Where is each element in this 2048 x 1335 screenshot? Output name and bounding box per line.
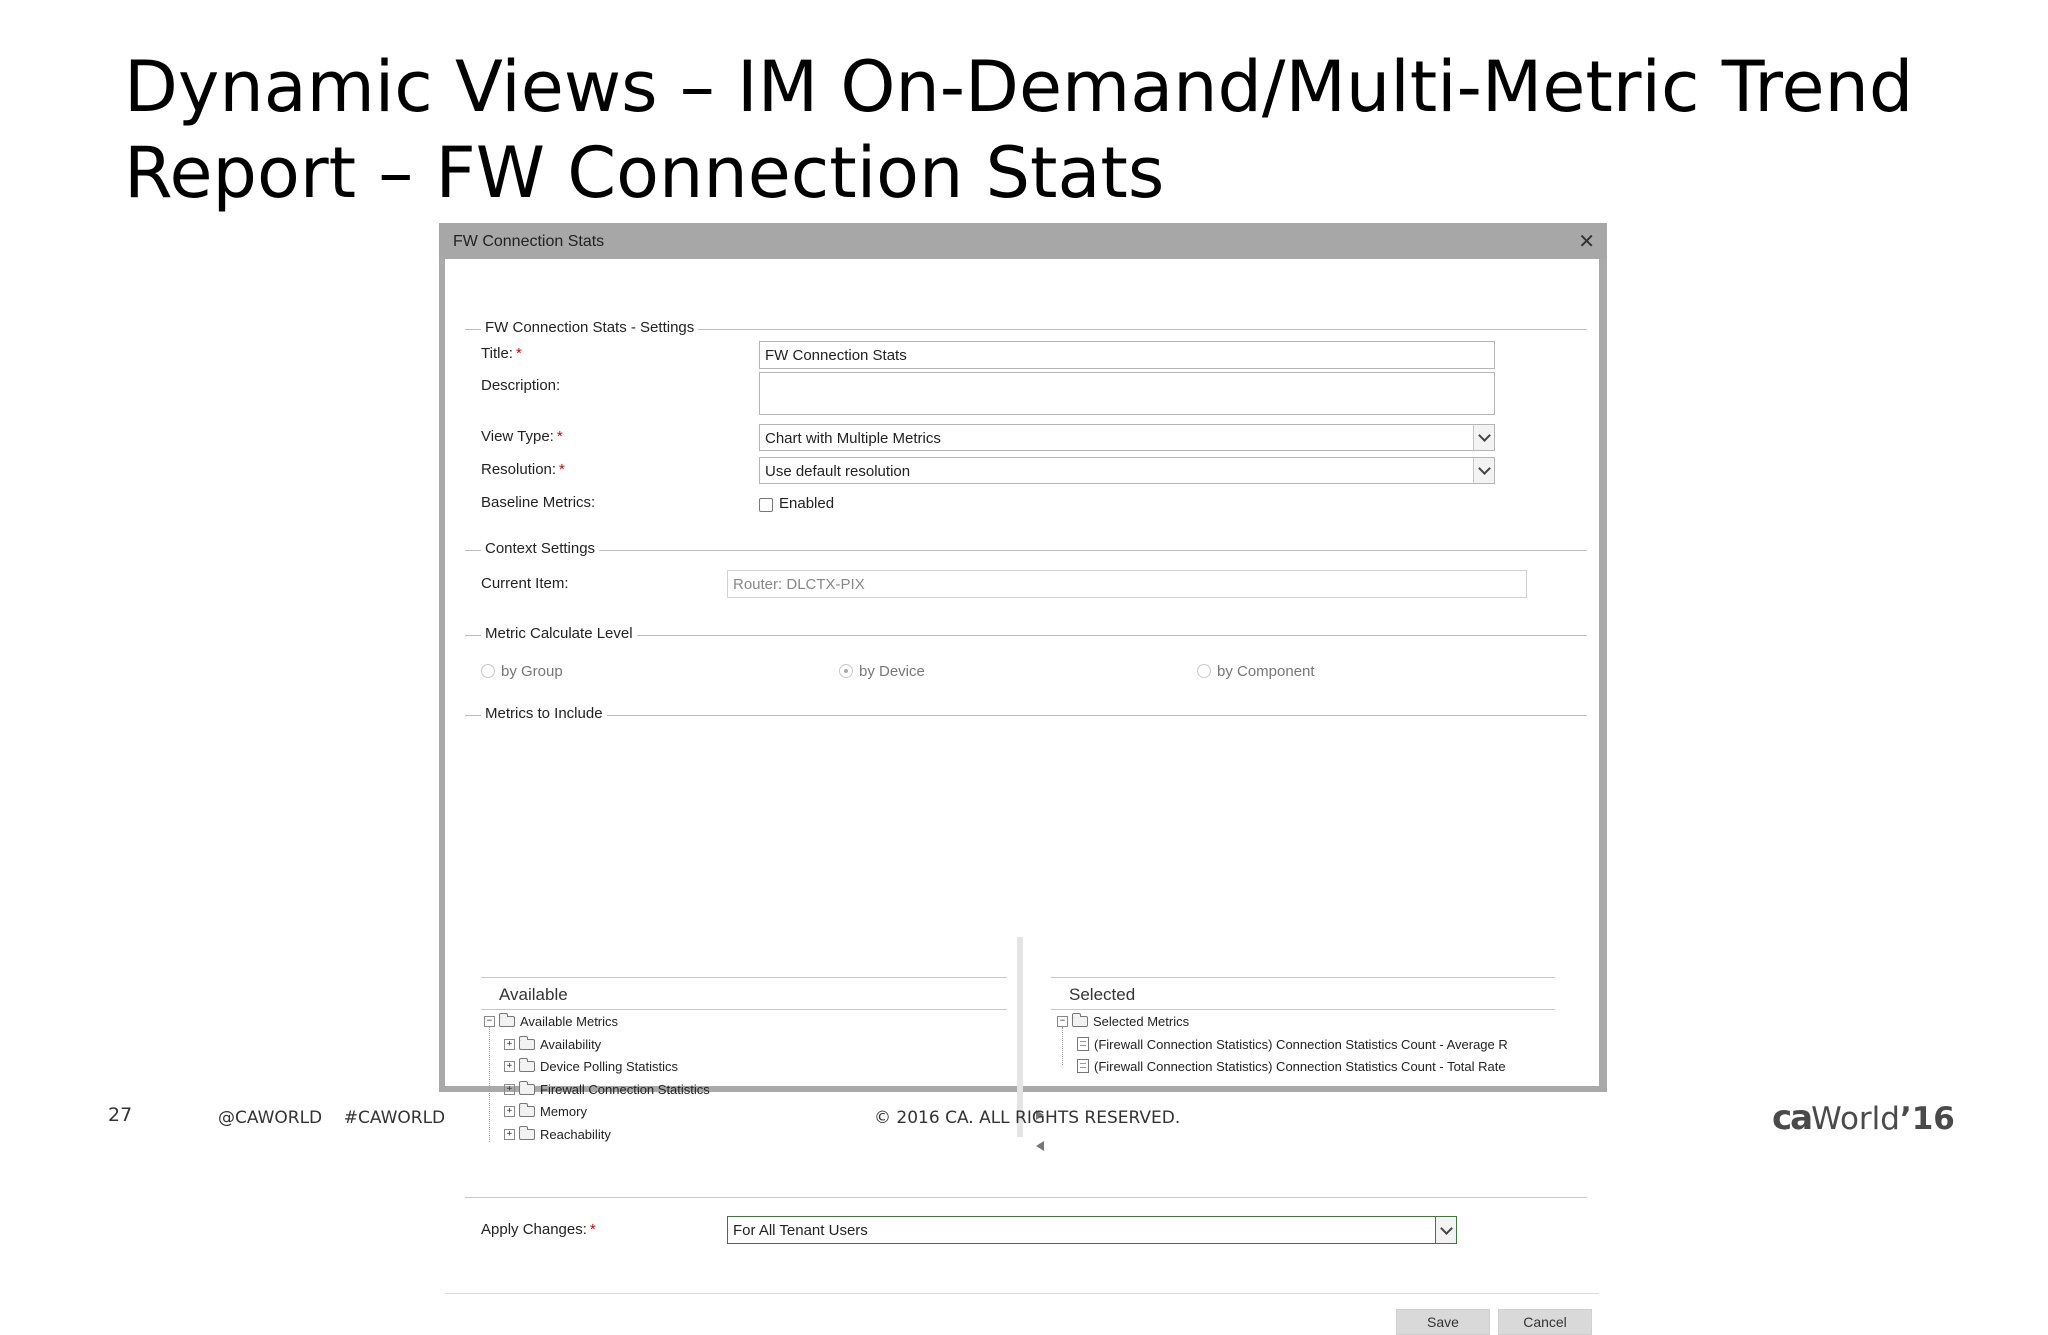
title-input[interactable]: FW Connection Stats bbox=[759, 341, 1495, 369]
available-item-availability[interactable]: + Availability bbox=[504, 1034, 601, 1054]
copyright: © 2016 CA. ALL RIGHTS RESERVED. bbox=[874, 1108, 1181, 1128]
metric-icon bbox=[1077, 1037, 1089, 1051]
title-label: Title: * bbox=[481, 345, 522, 362]
available-item-device-polling[interactable]: + Device Polling Statistics bbox=[504, 1056, 678, 1076]
expand-icon[interactable]: + bbox=[504, 1083, 515, 1095]
current-item-input: Router: DLCTX-PIX bbox=[727, 570, 1527, 598]
chevron-down-icon[interactable] bbox=[1473, 458, 1494, 483]
description-input[interactable] bbox=[759, 372, 1495, 415]
available-item-reachability[interactable]: + Reachability bbox=[504, 1124, 611, 1144]
selected-list: (Firewall Connection Statistics) Connect… bbox=[1077, 1034, 1555, 1082]
social-tags: @CAWORLD #CAWORLD bbox=[218, 1108, 446, 1128]
expand-icon[interactable]: + bbox=[504, 1128, 515, 1140]
by-group-label: by Group bbox=[501, 663, 563, 680]
folder-icon bbox=[519, 1035, 535, 1050]
resolution-value: Use default resolution bbox=[765, 463, 911, 480]
calc-level-section-title: Metric Calculate Level bbox=[481, 625, 637, 642]
metrics-section-header: Metrics to Include bbox=[465, 705, 1587, 725]
resolution-label: Resolution: * bbox=[481, 461, 565, 478]
available-panel-header: Available bbox=[499, 985, 568, 1004]
slide-title: Dynamic Views – IM On-Demand/Multi-Metri… bbox=[124, 44, 1924, 216]
move-left-icon[interactable] bbox=[1036, 1141, 1044, 1151]
by-component-radio[interactable] bbox=[1197, 664, 1211, 678]
view-type-value: Chart with Multiple Metrics bbox=[765, 430, 941, 447]
description-label: Description: bbox=[481, 377, 561, 394]
by-device-radio[interactable] bbox=[839, 664, 853, 678]
settings-section-header: FW Connection Stats - Settings bbox=[465, 319, 1587, 339]
cancel-button[interactable]: Cancel bbox=[1498, 1309, 1592, 1335]
view-type-select[interactable]: Chart with Multiple Metrics bbox=[759, 424, 1495, 451]
ca-world-logo: caWorld’16 bbox=[1772, 1098, 1955, 1138]
apply-changes-label: Apply Changes: * bbox=[481, 1221, 596, 1238]
context-section-header: Context Settings bbox=[465, 540, 1587, 560]
resolution-select[interactable]: Use default resolution bbox=[759, 457, 1495, 484]
save-button[interactable]: Save bbox=[1396, 1309, 1490, 1335]
by-device-label: by Device bbox=[859, 663, 925, 680]
folder-icon bbox=[499, 1012, 515, 1027]
metric-icon bbox=[1077, 1059, 1089, 1073]
folder-icon bbox=[519, 1057, 535, 1072]
available-metrics-root[interactable]: − Available Metrics bbox=[484, 1011, 618, 1031]
by-group-radio[interactable] bbox=[481, 664, 495, 678]
calc-level-section-header: Metric Calculate Level bbox=[465, 625, 1587, 645]
available-item-firewall-connection[interactable]: + Firewall Connection Statistics bbox=[504, 1079, 710, 1099]
baseline-enabled-label: Enabled bbox=[779, 495, 835, 512]
panel-splitter[interactable] bbox=[1017, 937, 1023, 1137]
baseline-enabled-checkbox[interactable] bbox=[759, 498, 773, 512]
expand-icon[interactable]: + bbox=[504, 1060, 515, 1072]
baseline-metrics-label: Baseline Metrics: bbox=[481, 494, 596, 511]
page-number: 27 bbox=[108, 1104, 133, 1126]
by-component-label: by Component bbox=[1217, 663, 1315, 680]
collapse-icon[interactable]: − bbox=[1057, 1015, 1068, 1027]
apply-changes-value: For All Tenant Users bbox=[733, 1222, 868, 1239]
context-section-title: Context Settings bbox=[481, 540, 600, 557]
close-icon[interactable]: ✕ bbox=[1578, 229, 1595, 254]
dialog-header: FW Connection Stats ✕ bbox=[439, 223, 1607, 259]
apply-changes-select[interactable]: For All Tenant Users bbox=[727, 1216, 1457, 1244]
folder-icon bbox=[519, 1080, 535, 1095]
current-item-label: Current Item: bbox=[481, 575, 569, 592]
folder-icon bbox=[519, 1102, 535, 1117]
dialog-body: FW Connection Stats - Settings Title: * F… bbox=[445, 259, 1599, 1335]
settings-section-title: FW Connection Stats - Settings bbox=[481, 319, 699, 336]
folder-icon bbox=[1072, 1012, 1088, 1027]
selected-panel-header: Selected bbox=[1069, 985, 1136, 1004]
selected-item-total-rate[interactable]: (Firewall Connection Statistics) Connect… bbox=[1077, 1056, 1506, 1076]
expand-icon[interactable]: + bbox=[504, 1105, 515, 1117]
chevron-down-icon[interactable] bbox=[1473, 425, 1494, 450]
fw-connection-stats-dialog: FW Connection Stats ✕ FW Connection Stat… bbox=[439, 223, 1607, 1335]
slide-title-line-1: Dynamic Views – IM On-Demand/Multi-Metri… bbox=[124, 46, 1914, 128]
slide-title-line-2: Report – FW Connection Stats bbox=[124, 132, 1165, 214]
expand-icon[interactable]: + bbox=[504, 1038, 515, 1050]
metrics-section-title: Metrics to Include bbox=[481, 705, 607, 722]
selected-metrics-root[interactable]: − Selected Metrics bbox=[1057, 1011, 1189, 1031]
chevron-down-icon[interactable] bbox=[1435, 1217, 1456, 1243]
selected-item-average-rate[interactable]: (Firewall Connection Statistics) Connect… bbox=[1077, 1034, 1508, 1054]
view-type-label: View Type: * bbox=[481, 428, 563, 445]
dialog-title: FW Connection Stats bbox=[453, 233, 605, 250]
available-item-memory[interactable]: + Memory bbox=[504, 1101, 587, 1121]
collapse-icon[interactable]: − bbox=[484, 1015, 495, 1027]
folder-icon bbox=[519, 1125, 535, 1140]
